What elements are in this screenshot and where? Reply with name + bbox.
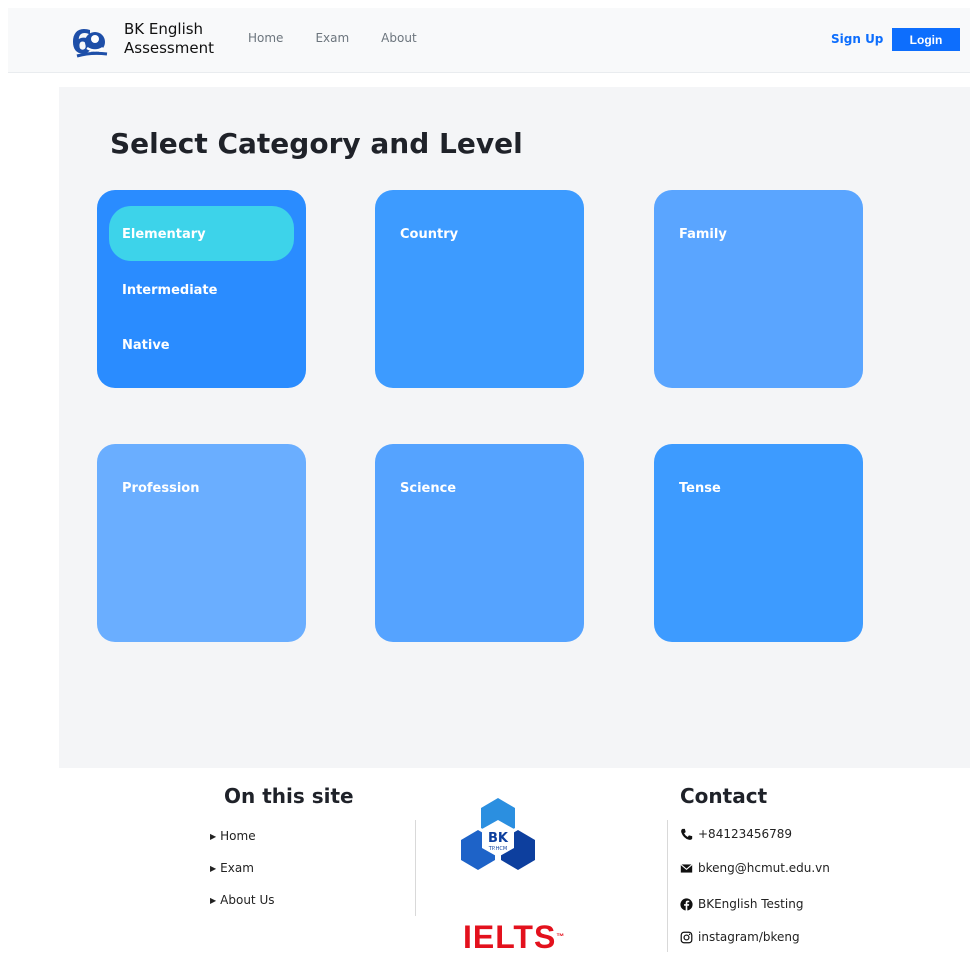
navbar: 6 BK English Assessment Home Exam About … (8, 8, 970, 73)
brand-name[interactable]: BK English Assessment (124, 20, 234, 58)
contact-facebook[interactable]: BKEnglish Testing (680, 897, 803, 911)
category-card-family[interactable]: Family (654, 190, 863, 388)
contact-instagram-text: instagram/bkeng (698, 930, 800, 944)
category-label-science: Science (400, 481, 457, 496)
caret-right-icon: ▶ (210, 831, 217, 841)
brand-name-line1: BK English (124, 20, 204, 38)
bk-logo-text: BK (488, 831, 509, 846)
caret-right-icon: ▶ (210, 895, 217, 905)
nav-home[interactable]: Home (248, 31, 283, 45)
footer-link-exam-label: Exam (220, 861, 254, 875)
level-option-native[interactable]: Native (122, 338, 170, 353)
category-label-country: Country (400, 227, 459, 242)
category-label-family: Family (679, 227, 727, 242)
facebook-icon (680, 897, 693, 911)
nav-links: Home Exam About (248, 31, 449, 45)
footer-divider-left (415, 820, 416, 916)
footer-link-exam[interactable]: ▶ Exam (210, 861, 254, 875)
category-label-tense: Tense (679, 481, 721, 496)
level-option-elementary[interactable]: Elementary (122, 227, 206, 242)
level-option-intermediate[interactable]: Intermediate (122, 283, 217, 298)
category-card-country[interactable]: Country (375, 190, 584, 388)
contact-email-text: bkeng@hcmut.edu.vn (698, 861, 830, 875)
contact-instagram[interactable]: instagram/bkeng (680, 930, 800, 944)
ielts-logo: IELTS™ (463, 919, 566, 955)
category-card-levels[interactable]: Elementary Intermediate Native (97, 190, 306, 388)
footer-link-about-label: About Us (220, 893, 275, 907)
caret-right-icon: ▶ (210, 863, 217, 873)
category-card-tense[interactable]: Tense (654, 444, 863, 642)
footer-contact-heading: Contact (680, 784, 768, 808)
main-panel: Select Category and Level Elementary Int… (59, 87, 970, 768)
footer-link-home-label: Home (220, 829, 256, 843)
bk-university-logo: BK TP.HCM (461, 798, 535, 870)
instagram-icon (680, 931, 693, 943)
contact-facebook-text: BKEnglish Testing (698, 897, 804, 911)
phone-icon (681, 828, 693, 840)
contact-phone-text: +84123456789 (698, 827, 793, 841)
contact-email[interactable]: bkeng@hcmut.edu.vn (680, 861, 830, 875)
nav-about[interactable]: About (381, 31, 416, 45)
category-card-profession[interactable]: Profession (97, 444, 306, 642)
ielts-logo-text: IELTS (463, 919, 557, 955)
footer-link-about[interactable]: ▶ About Us (210, 893, 274, 907)
envelope-icon (680, 863, 693, 873)
brand-logo[interactable]: 6 (71, 22, 109, 60)
signup-link[interactable]: Sign Up (831, 32, 883, 46)
footer-link-home[interactable]: ▶ Home (210, 829, 256, 843)
contact-phone[interactable]: +84123456789 (680, 827, 792, 841)
page-title: Select Category and Level (110, 127, 523, 160)
brand-name-line2: Assessment (124, 39, 214, 57)
category-label-profession: Profession (122, 481, 200, 496)
category-card-science[interactable]: Science (375, 444, 584, 642)
footer-site-heading: On this site (224, 784, 354, 808)
nav-exam[interactable]: Exam (315, 31, 349, 45)
bk-logo-subtext: TP.HCM (488, 846, 507, 852)
footer-divider-right (667, 820, 668, 952)
login-button[interactable]: Login (892, 28, 960, 51)
